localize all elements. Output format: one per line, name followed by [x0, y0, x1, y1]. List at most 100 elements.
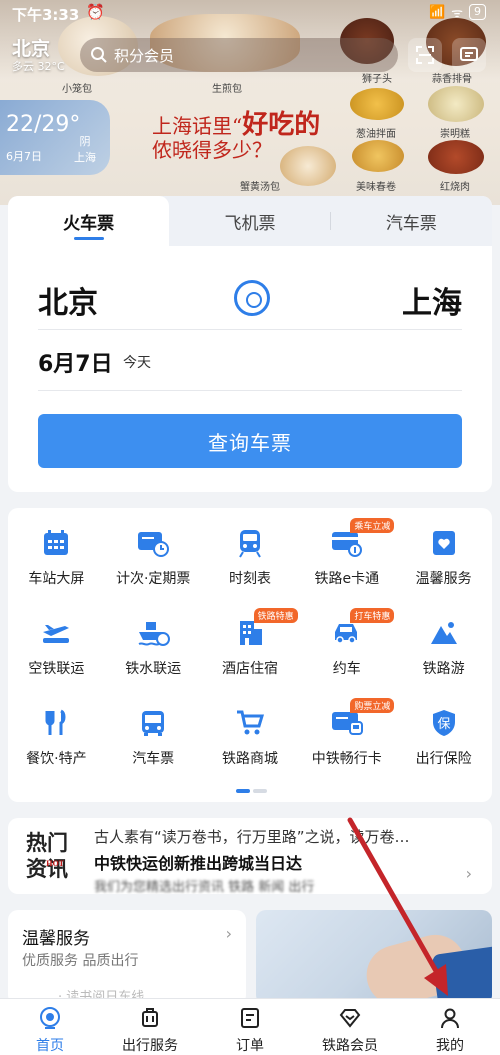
services-grid: 车站大屏 计次·定期票 时刻表 乘车立减 铁路e卡通 温馨服务 空铁联运 铁水联… — [8, 518, 492, 768]
food-image-braised-pork — [428, 140, 484, 174]
message-button[interactable] — [452, 38, 486, 72]
tab-train-ticket[interactable]: 火车票 — [8, 196, 170, 246]
news-headline-2[interactable]: 中铁快运创新推出跨城当日达 — [94, 850, 302, 874]
wifi-icon: ᯤ — [451, 6, 463, 21]
weather-condition: 阴 上海 — [74, 134, 96, 166]
ticket-search-card: 火车票 飞机票 汽车票 北京 上海 6月7日 今天 查询车票 — [8, 196, 492, 492]
service-warm[interactable]: 温馨服务 — [395, 528, 492, 588]
promo-badge: 乘车立减 — [350, 518, 395, 533]
food-image-soup-bun — [280, 146, 336, 186]
service-rail-mall[interactable]: 铁路商城 — [202, 708, 299, 768]
service-rail-travel[interactable]: 铁路游 — [395, 618, 492, 678]
hot-news-card[interactable]: 热门 资讯 HOT 古人素有“读万卷书，行万里路”之说，读万卷… 中铁快运创新推… — [8, 818, 492, 894]
hot-news-tag-small: HOT — [46, 859, 64, 868]
service-catering[interactable]: 餐饮·特产 — [8, 708, 105, 768]
chevron-right-icon: › — [225, 924, 232, 943]
service-label: 中铁畅行卡 — [311, 751, 382, 767]
swap-cities-button[interactable] — [234, 280, 270, 316]
search-placeholder: 积分会员 — [114, 46, 175, 65]
food-label: 崇明糕 — [440, 129, 470, 140]
weather-temp: 22/29° — [6, 112, 81, 137]
service-bus-ticket[interactable]: 汽车票 — [105, 708, 202, 768]
weather-city: 上海 — [74, 151, 96, 164]
nav-travel-services[interactable]: 出行服务 — [100, 999, 200, 1055]
tab-flight-ticket[interactable]: 飞机票 — [169, 196, 330, 246]
shield-icon: 保 — [427, 708, 461, 738]
search-input[interactable]: 积分会员 — [80, 38, 398, 72]
food-label: 小笼包 — [62, 84, 92, 95]
service-label: 车站大屏 — [28, 571, 85, 587]
food-label: 生煎包 — [212, 84, 242, 95]
mountain-icon — [427, 618, 461, 648]
promo-badge: 铁路特惠 — [253, 608, 298, 623]
promo-subtitle: 侬晓得多少？ — [152, 138, 272, 162]
promo-photo-card[interactable] — [256, 910, 492, 1005]
departure-date[interactable]: 6月7日 — [38, 346, 113, 378]
food-label: 蒜香排骨 — [432, 74, 472, 85]
nav-orders[interactable]: 订单 — [200, 999, 300, 1055]
home-rail-icon — [37, 1005, 63, 1031]
warm-service-subtitle: 优质服务 品质出行 — [22, 953, 139, 969]
news-headline-3[interactable]: 我们为您精选出行资讯 铁路 新闻 出行 — [94, 876, 314, 894]
weather-card: 22/29° 6月7日 阴 上海 — [0, 100, 110, 175]
service-label: 铁路e卡通 — [314, 571, 380, 587]
tab-bus-ticket[interactable]: 汽车票 — [331, 196, 492, 246]
service-label: 计次·定期票 — [115, 571, 191, 587]
service-label: 温馨服务 — [415, 571, 472, 587]
user-icon — [437, 1005, 463, 1031]
service-travel-insurance[interactable]: 保 出行保险 — [395, 708, 492, 768]
service-rail-water[interactable]: 铁水联运 — [105, 618, 202, 678]
divider — [38, 390, 462, 391]
search-icon — [91, 47, 107, 63]
luggage-icon — [137, 1005, 163, 1031]
food-label: 狮子头 — [362, 74, 392, 85]
service-label: 汽车票 — [132, 751, 175, 767]
bus-icon — [136, 708, 170, 738]
service-label: 餐饮·特产 — [26, 751, 87, 767]
battery-icon: 9 — [469, 4, 486, 20]
service-periodic-ticket[interactable]: 计次·定期票 — [105, 528, 202, 588]
news-headline-1[interactable]: 古人素有“读万卷书，行万里路”之说，读万卷… — [94, 826, 410, 847]
service-timetable[interactable]: 时刻表 — [202, 528, 299, 588]
departure-city[interactable]: 北京 — [38, 278, 98, 322]
warm-service-card[interactable]: 温馨服务 优质服务 品质出行 › · 读书阅日东线 — [8, 910, 246, 1005]
food-image-noodles — [350, 88, 404, 120]
ticket-tabs: 火车票 飞机票 汽车票 — [8, 196, 492, 246]
nav-home[interactable]: 首页 — [0, 999, 100, 1055]
status-icons: 📶 ᯤ 9 — [429, 3, 486, 21]
page-dot-active — [236, 789, 250, 793]
top-banner[interactable]: 小笼包 生煎包 狮子头 蒜香排骨 葱油拌面 崇明糕 蟹黄汤包 美味春卷 红烧肉 … — [0, 0, 500, 205]
service-label: 铁路游 — [422, 661, 465, 677]
nav-label: 铁路会员 — [322, 1038, 378, 1054]
food-image-cake — [428, 86, 484, 122]
order-icon — [237, 1005, 263, 1031]
svg-text:保: 保 — [437, 717, 450, 732]
page-dot — [253, 789, 267, 793]
arrival-city[interactable]: 上海 — [402, 278, 462, 322]
service-ecard[interactable]: 乘车立减 铁路e卡通 — [298, 518, 395, 588]
plane-train-icon — [39, 618, 73, 648]
divider — [38, 329, 462, 330]
service-hotel[interactable]: 铁路特惠 酒店住宿 — [202, 608, 299, 678]
service-label: 空铁联运 — [28, 661, 85, 677]
service-label: 铁水联运 — [125, 661, 182, 677]
city-selector[interactable]: 北京 — [12, 34, 50, 61]
warm-service-title: 温馨服务 — [22, 929, 90, 949]
service-station-screen[interactable]: 车站大屏 — [8, 528, 105, 588]
date-note: 今天 — [123, 355, 151, 371]
service-car-hailing[interactable]: 打车特惠 约车 — [298, 608, 395, 678]
nav-membership[interactable]: 铁路会员 — [300, 999, 400, 1055]
food-label: 葱油拌面 — [356, 129, 396, 140]
query-tickets-button[interactable]: 查询车票 — [38, 414, 462, 468]
cart-icon — [233, 708, 267, 738]
nav-mine[interactable]: 我的 — [400, 999, 500, 1055]
food-image-spring-roll — [352, 140, 404, 172]
nav-label: 订单 — [236, 1038, 264, 1054]
food-label: 美味春卷 — [356, 182, 396, 193]
scan-button[interactable] — [408, 38, 442, 72]
bottom-navigation: 首页 出行服务 订单 铁路会员 我的 — [0, 998, 500, 1055]
service-air-rail[interactable]: 空铁联运 — [8, 618, 105, 678]
train-icon — [233, 528, 267, 558]
service-label: 约车 — [332, 661, 361, 677]
service-rail-card[interactable]: 购票立减 中铁畅行卡 — [298, 698, 395, 768]
